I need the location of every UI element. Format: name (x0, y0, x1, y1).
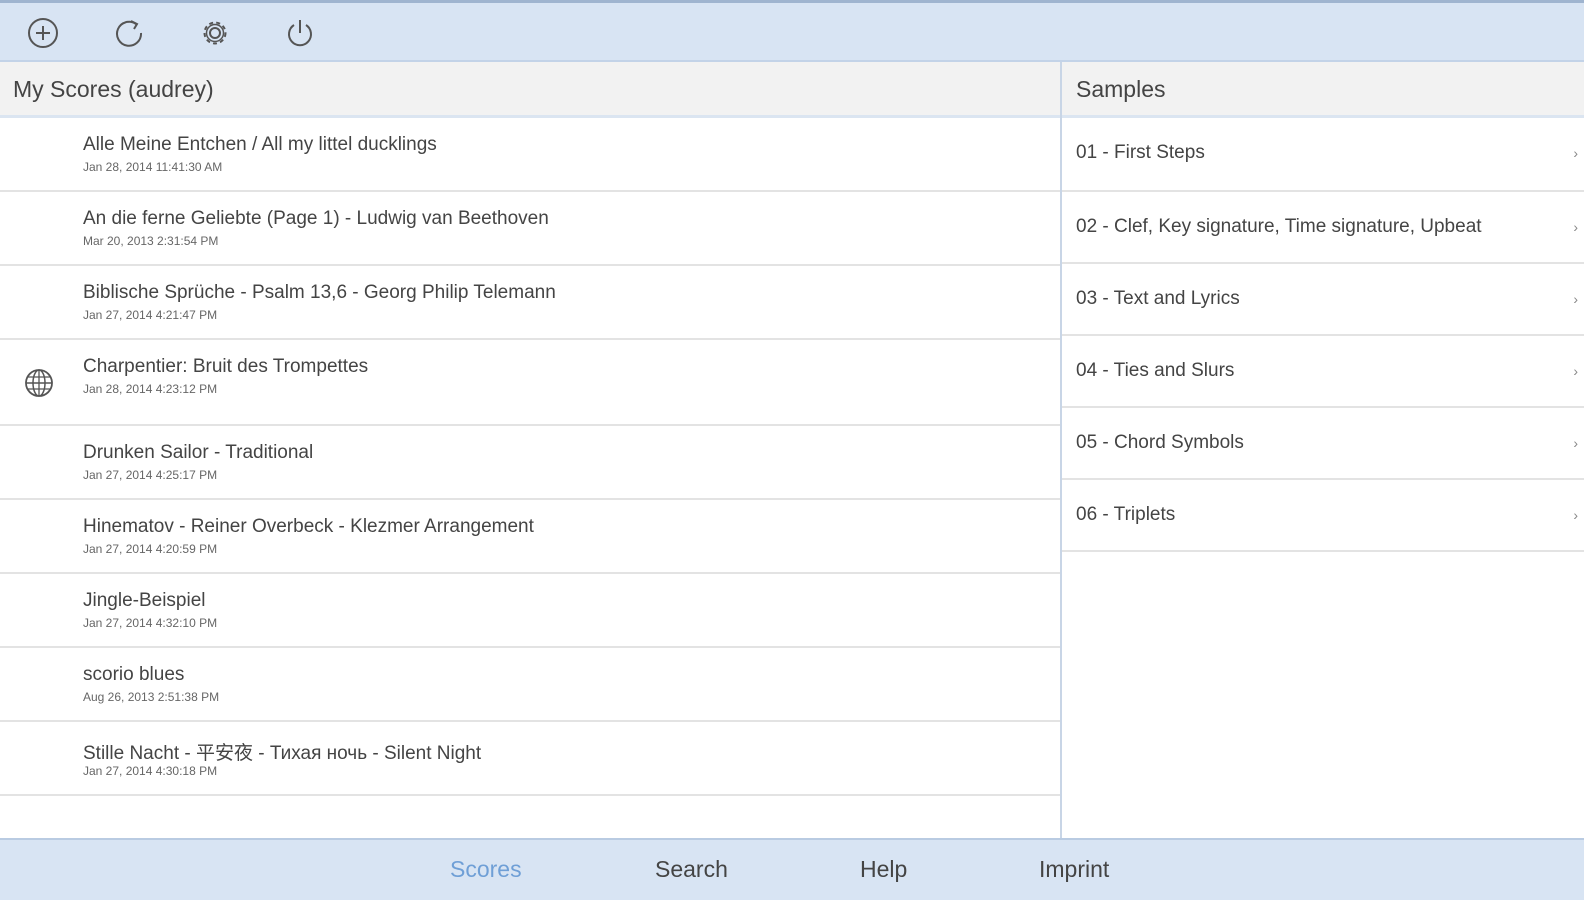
chevron-right-icon: › (1573, 507, 1578, 523)
score-title: scorio blues (83, 664, 185, 685)
settings-button[interactable] (197, 15, 233, 51)
sample-label: 03 - Text and Lyrics (1076, 288, 1240, 309)
power-button[interactable] (282, 15, 318, 51)
power-icon (288, 20, 312, 47)
gear-icon (203, 21, 227, 45)
sample-item[interactable]: 04 - Ties and Slurs › (1062, 336, 1584, 408)
score-row[interactable]: Jingle-Beispiel Jan 27, 2014 4:32:10 PM (0, 574, 1060, 648)
score-title: Biblische Sprüche - Psalm 13,6 - Georg P… (83, 282, 556, 303)
my-scores-pane: My Scores (audrey) Alle Meine Entchen / … (0, 62, 1062, 838)
score-date: Aug 26, 2013 2:51:38 PM (83, 690, 220, 704)
sample-item[interactable]: 03 - Text and Lyrics › (1062, 264, 1584, 336)
add-circle-icon (28, 18, 58, 48)
chevron-right-icon: › (1573, 219, 1578, 235)
score-row[interactable]: Alle Meine Entchen / All my littel duckl… (0, 118, 1060, 192)
sample-item[interactable]: 05 - Chord Symbols › (1062, 408, 1584, 480)
score-row[interactable]: An die ferne Geliebte (Page 1) - Ludwig … (0, 192, 1060, 266)
score-list: Alle Meine Entchen / All my littel duckl… (0, 118, 1060, 796)
refresh-button[interactable] (111, 15, 147, 51)
tab-help[interactable]: Help (860, 840, 907, 898)
chevron-right-icon: › (1573, 291, 1578, 307)
score-row[interactable]: Biblische Sprüche - Psalm 13,6 - Georg P… (0, 266, 1060, 340)
sample-item[interactable]: 02 - Clef, Key signature, Time signature… (1062, 192, 1584, 264)
score-date: Jan 27, 2014 4:21:47 PM (83, 308, 218, 322)
tab-imprint[interactable]: Imprint (1039, 840, 1109, 898)
score-row[interactable]: Charpentier: Bruit des Trompettes Jan 28… (0, 340, 1060, 426)
samples-pane: Samples 01 - First Steps › 02 - Clef, Ke… (1062, 62, 1584, 838)
score-title: An die ferne Geliebte (Page 1) - Ludwig … (83, 208, 549, 229)
score-title: Drunken Sailor - Traditional (83, 442, 314, 463)
tab-scores[interactable]: Scores (450, 840, 522, 898)
score-date: Jan 28, 2014 4:23:12 PM (83, 382, 218, 396)
score-title: Hinematov - Reiner Overbeck - Klezmer Ar… (83, 516, 534, 537)
score-row[interactable]: Hinematov - Reiner Overbeck - Klezmer Ar… (0, 500, 1060, 574)
score-date: Mar 20, 2013 2:31:54 PM (83, 234, 219, 248)
score-date: Jan 27, 2014 4:20:59 PM (83, 542, 218, 556)
score-date: Jan 27, 2014 4:32:10 PM (83, 616, 218, 630)
top-toolbar (0, 0, 1584, 62)
score-date: Jan 27, 2014 4:30:18 PM (83, 764, 218, 778)
score-title: Jingle-Beispiel (83, 590, 206, 611)
globe-icon (25, 369, 53, 397)
sample-item[interactable]: 01 - First Steps › (1062, 118, 1584, 192)
refresh-icon (116, 20, 143, 47)
chevron-right-icon: › (1573, 435, 1578, 451)
score-title: Stille Nacht - 平安夜 - Тихая ночь - Silent… (83, 743, 482, 764)
chevron-right-icon: › (1573, 363, 1578, 379)
sample-label: 02 - Clef, Key signature, Time signature… (1076, 216, 1482, 237)
sample-label: 01 - First Steps (1076, 142, 1205, 163)
score-row[interactable]: Stille Nacht - 平安夜 - Тихая ночь - Silent… (0, 722, 1060, 796)
score-row[interactable]: scorio blues Aug 26, 2013 2:51:38 PM (0, 648, 1060, 722)
score-date: Jan 27, 2014 4:25:17 PM (83, 468, 218, 482)
samples-list: 01 - First Steps › 02 - Clef, Key signat… (1062, 118, 1584, 552)
sample-label: 06 - Triplets (1076, 504, 1176, 525)
score-title: Charpentier: Bruit des Trompettes (83, 356, 369, 377)
sample-item[interactable]: 06 - Triplets › (1062, 480, 1584, 552)
score-date: Jan 28, 2014 11:41:30 AM (83, 160, 223, 174)
score-row[interactable]: Drunken Sailor - Traditional Jan 27, 201… (0, 426, 1060, 500)
sample-label: 05 - Chord Symbols (1076, 432, 1244, 453)
tab-search[interactable]: Search (655, 840, 728, 898)
sample-label: 04 - Ties and Slurs (1076, 360, 1235, 381)
chevron-right-icon: › (1573, 145, 1578, 161)
score-title: Alle Meine Entchen / All my littel duckl… (83, 134, 437, 155)
bottom-tab-bar: Scores Search Help Imprint (0, 838, 1584, 900)
add-button[interactable] (25, 15, 61, 51)
samples-header: Samples (1062, 62, 1584, 118)
my-scores-header: My Scores (audrey) (0, 62, 1060, 118)
